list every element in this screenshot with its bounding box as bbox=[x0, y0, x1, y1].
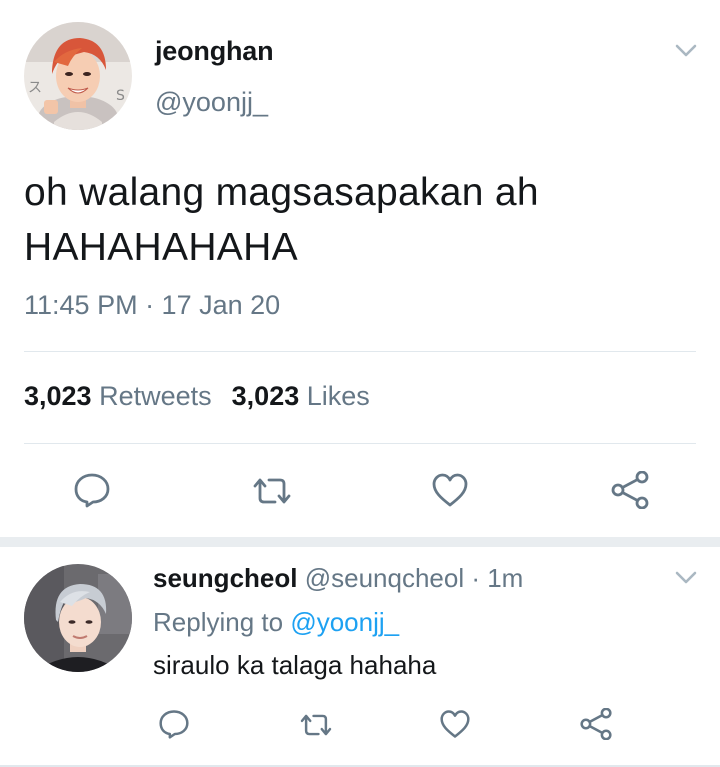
retweet-button[interactable] bbox=[248, 472, 296, 510]
replying-prefix: Replying to bbox=[153, 607, 291, 637]
author-name[interactable]: jeonghan bbox=[155, 36, 274, 67]
tweet-stats: 3,023 Retweets 3,023 Likes bbox=[24, 381, 370, 412]
chevron-down-icon[interactable] bbox=[675, 571, 697, 585]
svg-text:ス: ス bbox=[28, 80, 42, 96]
likes-stat[interactable]: 3,023 Likes bbox=[232, 381, 370, 411]
reply-icon bbox=[74, 473, 110, 508]
likes-label: Likes bbox=[306, 381, 370, 411]
tweet-text: oh walang magsasapakan ah HAHAHAHAHA bbox=[24, 165, 704, 275]
retweets-label: Retweets bbox=[99, 381, 212, 411]
retweets-count: 3,023 bbox=[24, 381, 92, 411]
share-button[interactable] bbox=[608, 470, 652, 510]
reply-icon bbox=[159, 710, 189, 739]
divider bbox=[24, 443, 696, 444]
reply-button[interactable] bbox=[70, 470, 114, 510]
reply-author-avatar[interactable] bbox=[24, 564, 132, 672]
chevron-down-icon[interactable] bbox=[675, 44, 697, 58]
like-icon bbox=[440, 710, 470, 738]
reply-author-handle[interactable]: @seunqcheol bbox=[305, 563, 464, 593]
retweets-stat[interactable]: 3,023 Retweets bbox=[24, 381, 212, 411]
reply-retweet-button[interactable] bbox=[296, 709, 336, 741]
likes-count: 3,023 bbox=[231, 381, 300, 411]
main-tweet: ス S jeonghan @yoonjj_ oh walang magsasap… bbox=[0, 0, 720, 537]
svg-text:S: S bbox=[116, 88, 125, 104]
reply-separator: · bbox=[464, 563, 488, 593]
share-icon bbox=[611, 471, 649, 509]
tweet-text-line: oh walang magsasapakan ah bbox=[24, 171, 539, 214]
author-avatar[interactable]: ス S bbox=[24, 22, 132, 130]
reply-reply-button[interactable] bbox=[156, 707, 192, 741]
reply-text: siraulo ka talaga hahaha bbox=[153, 650, 437, 680]
like-button[interactable] bbox=[430, 470, 470, 510]
reply-author-name[interactable]: seungcheol bbox=[153, 563, 297, 593]
reply-tweet[interactable]: seungcheol @seunqcheol · 1m Replying to … bbox=[0, 547, 720, 765]
reply-share-button[interactable] bbox=[578, 707, 614, 741]
retweet-icon bbox=[300, 714, 332, 736]
tweet-text-line: HAHAHAHAHA bbox=[24, 226, 298, 269]
replying-to: Replying to @yoonjj_ bbox=[153, 607, 399, 638]
share-icon bbox=[580, 708, 612, 740]
like-icon bbox=[432, 473, 468, 507]
replying-mention-link[interactable]: @yoonjj_ bbox=[290, 607, 399, 637]
retweet-icon bbox=[253, 478, 291, 504]
reply-time: 1m bbox=[487, 563, 524, 593]
tweet-timestamp[interactable]: 11:45 PM · 17 Jan 20 bbox=[24, 290, 280, 321]
author-handle[interactable]: @yoonjj_ bbox=[155, 87, 268, 118]
divider bbox=[24, 351, 696, 352]
reply-like-button[interactable] bbox=[438, 707, 472, 741]
reply-header: seungcheol @seunqcheol · 1m bbox=[153, 563, 523, 594]
section-separator bbox=[0, 537, 720, 547]
